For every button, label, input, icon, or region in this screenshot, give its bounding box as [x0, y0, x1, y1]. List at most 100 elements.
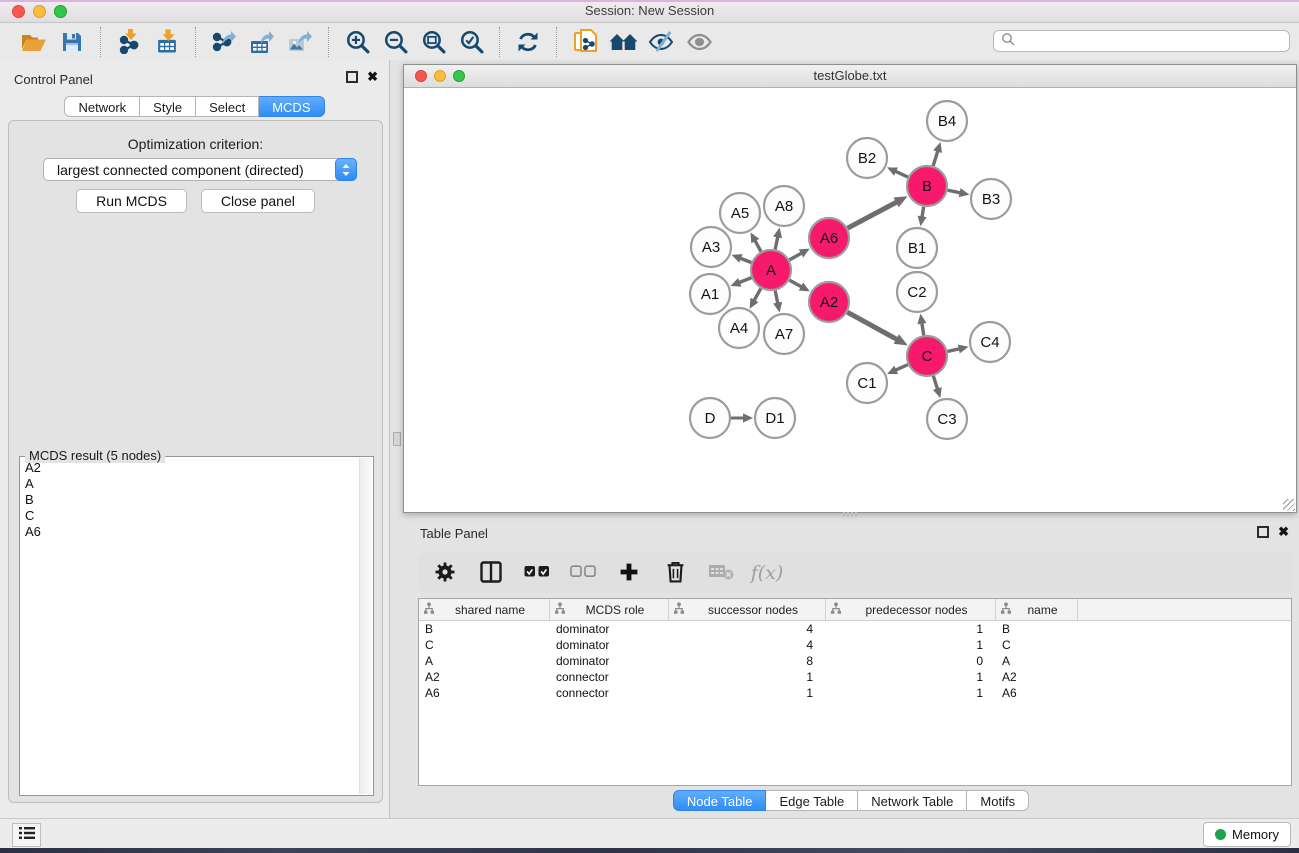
table-cell[interactable]: 0: [826, 653, 996, 669]
graph-node-A[interactable]: A: [751, 250, 791, 290]
tab-network-table[interactable]: Network Table: [858, 790, 967, 811]
graph-edge-B-B3[interactable]: [948, 190, 962, 193]
import-network-button[interactable]: [110, 26, 148, 58]
table-cell[interactable]: C: [996, 637, 1078, 653]
network-canvas[interactable]: B4B2BB3A8A5A6B1A3AC2A1A2A4A7C4CC1DD1C3: [404, 88, 1296, 512]
result-item[interactable]: A6: [22, 524, 358, 540]
select-all-checkboxes-button[interactable]: [518, 557, 556, 589]
table-cell[interactable]: 4: [669, 637, 826, 653]
save-session-button[interactable]: [53, 26, 91, 58]
network-minimize-button[interactable]: [434, 70, 446, 82]
window-resize-grip[interactable]: [1283, 499, 1295, 511]
graph-edge-A-A4[interactable]: [753, 288, 760, 301]
graph-node-C1[interactable]: C1: [847, 363, 887, 403]
table-cell[interactable]: 8: [669, 653, 826, 669]
graph-node-B1[interactable]: B1: [897, 228, 937, 268]
graph-node-B[interactable]: B: [907, 166, 947, 206]
tab-node-table[interactable]: Node Table: [673, 790, 767, 811]
result-item[interactable]: B: [22, 492, 358, 508]
close-table-panel-icon[interactable]: ✖: [1278, 526, 1289, 538]
column-header-shared-name[interactable]: shared name: [419, 599, 550, 620]
result-item[interactable]: C: [22, 508, 358, 524]
graph-edge-A-A7[interactable]: [775, 291, 778, 305]
memory-button[interactable]: Memory: [1203, 822, 1291, 847]
open-file-button[interactable]: [15, 26, 53, 58]
split-pane-handle[interactable]: [393, 432, 401, 446]
zoom-out-button[interactable]: [376, 26, 414, 58]
graph-edge-B-B2[interactable]: [894, 171, 908, 177]
graph-node-A4[interactable]: A4: [719, 308, 759, 348]
graph-edge-C-C3[interactable]: [933, 376, 938, 390]
table-cell[interactable]: dominator: [550, 621, 669, 637]
graph-edge-A-A5[interactable]: [754, 239, 761, 251]
graph-edge-B-B4[interactable]: [933, 150, 938, 166]
graph-node-C2[interactable]: C2: [897, 272, 937, 312]
column-header-name[interactable]: name: [996, 599, 1078, 620]
graph-node-B4[interactable]: B4: [927, 101, 967, 141]
table-cell[interactable]: B: [419, 621, 550, 637]
graph-node-C3[interactable]: C3: [927, 399, 967, 439]
tab-motifs[interactable]: Motifs: [967, 790, 1029, 811]
graph-node-D[interactable]: D: [690, 398, 730, 438]
table-cell[interactable]: C: [419, 637, 550, 653]
table-row-A[interactable]: Adominator80A: [419, 653, 1291, 669]
settings-button[interactable]: [426, 557, 464, 589]
tab-edge-table[interactable]: Edge Table: [766, 790, 858, 811]
graph-node-B3[interactable]: B3: [971, 179, 1011, 219]
graph-edge-C-C2[interactable]: [922, 322, 924, 336]
table-row-A6[interactable]: A6connector11A6: [419, 685, 1291, 701]
close-window-button[interactable]: [12, 5, 25, 18]
table-cell[interactable]: 1: [826, 621, 996, 637]
tab-network[interactable]: Network: [64, 96, 140, 117]
table-row-A2[interactable]: A2connector11A2: [419, 669, 1291, 685]
tab-style[interactable]: Style: [140, 96, 196, 117]
graph-node-C4[interactable]: C4: [970, 322, 1010, 362]
task-history-button[interactable]: [12, 823, 41, 847]
column-header-predecessor-nodes[interactable]: predecessor nodes: [826, 599, 996, 620]
table-cell[interactable]: 1: [669, 685, 826, 701]
table-row-B[interactable]: Bdominator41B: [419, 621, 1291, 637]
graph-node-A2[interactable]: A2: [809, 282, 849, 322]
table-cell[interactable]: connector: [550, 685, 669, 701]
table-cell[interactable]: connector: [550, 669, 669, 685]
table-cell[interactable]: 1: [669, 669, 826, 685]
table-cell[interactable]: dominator: [550, 637, 669, 653]
graph-edge-A6-B[interactable]: [848, 201, 898, 228]
table-cell[interactable]: A: [996, 653, 1078, 669]
graph-node-A5[interactable]: A5: [720, 193, 760, 233]
table-cell[interactable]: 4: [669, 621, 826, 637]
table-cell[interactable]: A2: [996, 669, 1078, 685]
float-table-panel-icon[interactable]: [1257, 526, 1269, 538]
graph-node-C[interactable]: C: [907, 336, 947, 376]
table-cell[interactable]: A6: [419, 685, 550, 701]
clone-network-button[interactable]: [566, 26, 604, 58]
graph-edge-C-C4[interactable]: [947, 349, 960, 352]
minimize-window-button[interactable]: [33, 5, 46, 18]
import-table-button[interactable]: [148, 26, 186, 58]
graph-node-A6[interactable]: A6: [809, 218, 849, 258]
graph-node-D1[interactable]: D1: [755, 398, 795, 438]
hide-panel-button[interactable]: [642, 26, 680, 58]
graph-node-B2[interactable]: B2: [847, 138, 887, 178]
table-cell[interactable]: dominator: [550, 653, 669, 669]
graph-node-A7[interactable]: A7: [764, 314, 804, 354]
refresh-layout-button[interactable]: [509, 26, 547, 58]
graph-edge-C-C1[interactable]: [894, 365, 907, 371]
tab-mcds[interactable]: MCDS: [259, 96, 324, 117]
graph-node-A3[interactable]: A3: [691, 227, 731, 267]
export-table-button[interactable]: [243, 26, 281, 58]
graph-node-A8[interactable]: A8: [764, 186, 804, 226]
close-panel-button[interactable]: Close panel: [201, 189, 315, 213]
table-cell[interactable]: A2: [419, 669, 550, 685]
column-header-successor-nodes[interactable]: successor nodes: [669, 599, 826, 620]
run-mcds-button[interactable]: Run MCDS: [76, 189, 187, 213]
table-cell[interactable]: B: [996, 621, 1078, 637]
search-input[interactable]: [1015, 33, 1289, 49]
table-cell[interactable]: A6: [996, 685, 1078, 701]
export-network-button[interactable]: [205, 26, 243, 58]
table-cell[interactable]: 1: [826, 669, 996, 685]
column-header-MCDS-role[interactable]: MCDS role: [550, 599, 669, 620]
float-panel-icon[interactable]: [346, 71, 358, 83]
network-window-titlebar[interactable]: testGlobe.txt: [404, 65, 1296, 88]
zoom-fit-button[interactable]: [414, 26, 452, 58]
